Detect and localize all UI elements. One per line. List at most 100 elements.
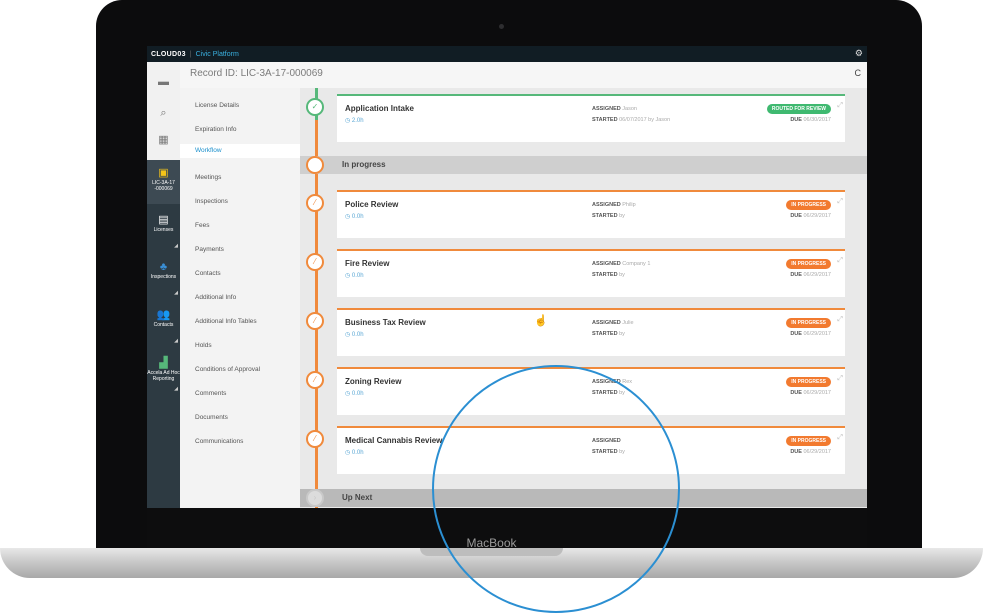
task-card[interactable]: Business Tax Review ◷ 0.0h ASSIGNED Juli… xyxy=(337,308,845,356)
nav-tile-reporting-label: Accela Ad Hoc Reporting xyxy=(147,370,180,382)
task-card[interactable]: Police Review ◷ 0.0h ASSIGNED Philip STA… xyxy=(337,190,845,238)
pin-icon: ◢ xyxy=(174,386,178,392)
expand-icon[interactable]: ⤢ xyxy=(837,257,843,265)
progress-circle-icon xyxy=(306,156,324,174)
task-card[interactable]: Fire Review ◷ 0.0h ASSIGNED Company 1 ST… xyxy=(337,249,845,297)
section-meetings[interactable]: Meetings xyxy=(195,174,221,181)
section-additional-info-tables[interactable]: Additional Info Tables xyxy=(195,318,257,325)
status-badge: IN PROGRESS xyxy=(786,318,831,328)
task-started-value: by xyxy=(619,213,625,219)
expand-icon[interactable]: ⤢ xyxy=(837,434,843,442)
task-title[interactable]: Medical Cannabis Review xyxy=(345,436,442,445)
task-due-value: 06/29/2017 xyxy=(803,213,831,219)
section-contacts[interactable]: Contacts xyxy=(195,270,221,277)
edit-icon: ⁄ xyxy=(306,371,324,389)
nav-tile-inspections-label: Inspections xyxy=(150,274,177,280)
section-conditions-of-approval[interactable]: Conditions of Approval xyxy=(195,366,260,373)
task-duration: ◷ 0.0h xyxy=(345,332,364,338)
section-payments[interactable]: Payments xyxy=(195,246,224,253)
group-title: Up Next xyxy=(342,493,373,502)
nav-tile-record[interactable]: ▣ LIC-3A-17 -000069 xyxy=(147,160,180,204)
task-duration-value: 0.0h xyxy=(351,332,364,338)
edit-icon: ⁄ xyxy=(306,430,324,448)
task-title[interactable]: Business Tax Review xyxy=(345,318,426,327)
gear-icon[interactable]: ⚙ xyxy=(855,48,863,59)
task-assigned: ASSIGNED Company 1 xyxy=(592,261,651,267)
record-id: Record ID: LIC-3A-17-000069 xyxy=(190,68,323,79)
task-started-value: by xyxy=(619,272,625,278)
group-title: In progress xyxy=(342,160,386,169)
status-badge: IN PROGRESS xyxy=(786,259,831,269)
task-started: STARTED by xyxy=(592,272,625,278)
section-workflow[interactable]: Workflow xyxy=(180,144,300,158)
expand-icon[interactable]: ⤢ xyxy=(837,316,843,324)
pin-icon: ◢ xyxy=(174,243,178,249)
group-in-progress[interactable]: In progress xyxy=(300,156,867,174)
highlight-circle xyxy=(432,365,680,613)
task-title[interactable]: Application Intake xyxy=(345,104,414,113)
section-expiration-info[interactable]: Expiration Info xyxy=(195,126,237,133)
nav-tile-record-label: LIC-3A-17 -000069 xyxy=(152,180,175,192)
hand-cursor-icon: ☝ xyxy=(534,315,548,327)
task-duration: ◷ 2.0h xyxy=(345,118,364,124)
pin-icon: ◢ xyxy=(174,290,178,296)
task-due: DUE 06/29/2017 xyxy=(790,272,831,278)
contacts-icon: 👥 xyxy=(156,309,171,321)
task-duration: ◷ 0.0h xyxy=(345,391,364,397)
section-holds[interactable]: Holds xyxy=(195,342,212,349)
search-icon[interactable]: ⌕ xyxy=(147,107,180,120)
nav-tile-inspections[interactable]: ♣ Inspections ◢ xyxy=(147,254,180,298)
section-license-details[interactable]: License Details xyxy=(195,102,239,109)
task-duration-value: 2.0h xyxy=(351,118,364,124)
task-duration-value: 0.0h xyxy=(351,214,364,220)
grid-icon[interactable]: ▦ xyxy=(147,133,180,146)
section-documents[interactable]: Documents xyxy=(195,414,228,421)
task-assigned: ASSIGNED Julie xyxy=(592,320,634,326)
task-started: STARTED 06/07/2017 by Jason xyxy=(592,117,671,123)
task-assignee: Julie xyxy=(622,320,634,326)
task-due: DUE 06/29/2017 xyxy=(790,213,831,219)
menu-icon[interactable]: ▬ xyxy=(147,76,180,88)
task-title[interactable]: Police Review xyxy=(345,200,398,209)
section-additional-info[interactable]: Additional Info xyxy=(195,294,236,301)
edit-icon: ⁄ xyxy=(306,253,324,271)
status-badge: ROUTED FOR REVIEW xyxy=(766,104,831,114)
task-due-value: 06/29/2017 xyxy=(803,390,831,396)
section-inspections[interactable]: Inspections xyxy=(195,198,228,205)
app-logo: CLOUD03 xyxy=(151,50,186,58)
task-card[interactable]: Application Intake ◷ 2.0h ASSIGNED Jason… xyxy=(337,94,845,142)
task-due: DUE 06/29/2017 xyxy=(790,449,831,455)
section-comments[interactable]: Comments xyxy=(195,390,226,397)
licenses-icon: ▤ xyxy=(158,214,169,226)
task-due-value: 06/29/2017 xyxy=(803,272,831,278)
task-due: DUE 06/30/2017 xyxy=(790,117,831,123)
record-header: Record ID: LIC-3A-17-000069 C xyxy=(147,62,867,89)
task-started: STARTED by xyxy=(592,331,625,337)
expand-icon[interactable]: ⤢ xyxy=(837,375,843,383)
expand-icon[interactable]: ⤢ xyxy=(837,102,843,110)
section-nav: License Details Expiration Info Workflow… xyxy=(180,88,300,508)
refresh-icon[interactable]: C xyxy=(855,68,862,78)
nav-tile-contacts[interactable]: 👥 Contacts ◢ xyxy=(147,302,180,346)
topbar-separator: | xyxy=(189,50,192,58)
left-nav: ▬ ⌕ ▦ ▣ LIC-3A-17 -000069 ▤ Licenses ◢ ♣… xyxy=(147,62,180,508)
nav-tile-licenses[interactable]: ▤ Licenses ◢ xyxy=(147,207,180,251)
task-assigned: ASSIGNED Jason xyxy=(592,106,637,112)
reporting-icon: ▟ xyxy=(159,357,168,369)
task-started-value: by xyxy=(619,331,625,337)
task-duration: ◷ 0.0h xyxy=(345,273,364,279)
task-duration: ◷ 0.0h xyxy=(345,214,364,220)
app-name[interactable]: Civic Platform xyxy=(196,51,239,58)
task-duration: ◷ 0.0h xyxy=(345,450,364,456)
check-icon: ✓ xyxy=(306,98,324,116)
edit-icon: ⁄ xyxy=(306,312,324,330)
task-title[interactable]: Zoning Review xyxy=(345,377,401,386)
expand-icon[interactable]: ⤢ xyxy=(837,198,843,206)
task-assigned: ASSIGNED Philip xyxy=(592,202,636,208)
section-communications[interactable]: Communications xyxy=(195,438,243,445)
section-fees[interactable]: Fees xyxy=(195,222,209,229)
task-title[interactable]: Fire Review xyxy=(345,259,389,268)
nav-tile-reporting[interactable]: ▟ Accela Ad Hoc Reporting ◢ xyxy=(147,350,180,394)
top-bar: CLOUD03 | Civic Platform ⚙ xyxy=(147,46,867,62)
task-started-value: 06/07/2017 by Jason xyxy=(619,117,671,123)
